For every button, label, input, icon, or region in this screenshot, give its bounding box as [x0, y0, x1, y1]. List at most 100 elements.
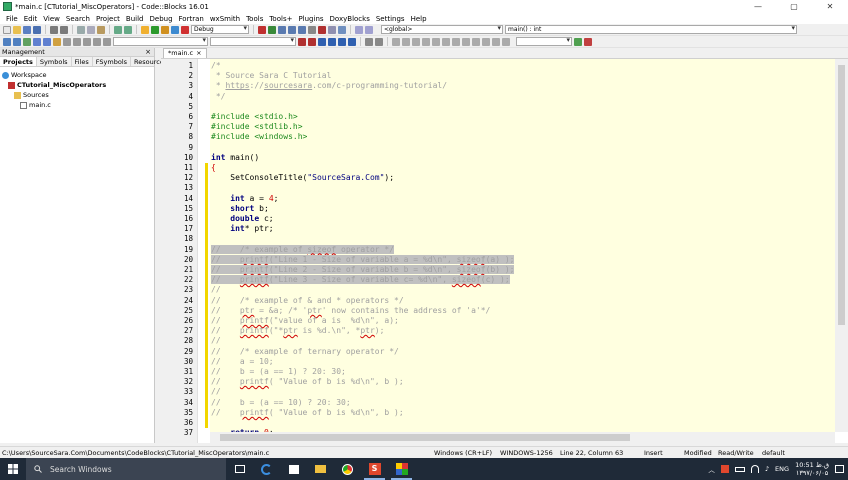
tab-main-c[interactable]: *main.c × [163, 48, 207, 58]
nav-fwd-icon[interactable] [308, 37, 316, 46]
step-out-icon[interactable] [298, 25, 306, 34]
wxsmith-icon[interactable] [355, 25, 363, 34]
code-line[interactable]: short b; [210, 204, 269, 214]
new-file-icon[interactable] [3, 25, 11, 34]
fortran-icon-5[interactable] [432, 37, 440, 46]
copy-icon[interactable] [87, 25, 95, 34]
build-gear-icon[interactable] [141, 25, 149, 34]
code-text-area[interactable]: /* * Source Sara C Tutorial * https://so… [210, 59, 835, 432]
jump-icon[interactable] [23, 37, 31, 46]
menu-settings[interactable]: Settings [373, 15, 408, 23]
fortran-icon-8[interactable] [462, 37, 470, 46]
code-line[interactable]: // a = 10; [210, 357, 274, 367]
start-button[interactable] [0, 458, 26, 480]
notifications-icon[interactable] [835, 465, 844, 473]
code-line[interactable]: // /* example of ternary operator */ [210, 347, 399, 357]
menu-project[interactable]: Project [93, 15, 123, 23]
code-line[interactable]: // b = (a == 10) ? 20: 30; [210, 398, 351, 408]
run-to-cursor-icon[interactable] [268, 25, 276, 34]
menu-toolsplus[interactable]: Tools+ [266, 15, 295, 23]
rebuild-icon[interactable] [171, 25, 179, 34]
code-line[interactable]: // printf( "Value of b is %d\n", b ); [210, 377, 404, 387]
debug-icon[interactable] [258, 25, 266, 34]
horizontal-scroll-thumb[interactable] [220, 434, 630, 441]
close-button[interactable]: ✕ [812, 0, 848, 13]
sourcesara-app-icon[interactable]: S [361, 458, 388, 480]
code-line[interactable]: { [210, 163, 216, 173]
highlight-icon[interactable] [53, 37, 61, 46]
code-line[interactable]: // printf("Line 3 - Size of variable c= … [210, 275, 510, 285]
code-line[interactable]: // b = (a == 1) ? 20: 30; [210, 367, 346, 377]
edge-icon[interactable] [253, 458, 280, 480]
fortran-icon-11[interactable] [492, 37, 500, 46]
fortran-icon-2[interactable] [402, 37, 410, 46]
store-icon[interactable] [280, 458, 307, 480]
tree-node[interactable]: CTutorial_MiscOperators [2, 80, 152, 90]
code-line[interactable]: // printf("Line 1 - Size of variable a =… [210, 254, 515, 265]
menu-tools[interactable]: Tools [243, 15, 266, 23]
code-line[interactable]: // /* example of & and * operators */ [210, 296, 404, 306]
code-line[interactable]: // printf("Line 2 - Size of variable b =… [210, 265, 515, 275]
task-view-icon[interactable] [226, 458, 253, 480]
code-line[interactable] [210, 418, 211, 428]
doxy-select[interactable] [113, 37, 208, 46]
fortran-icon-3[interactable] [412, 37, 420, 46]
tab-symbols[interactable]: Symbols [37, 57, 72, 66]
close-panel-button[interactable]: × [145, 48, 151, 57]
code-line[interactable]: #include <stdio.h> [210, 112, 298, 122]
minimize-button[interactable]: — [740, 0, 776, 13]
paste-icon[interactable] [97, 25, 105, 34]
fortran-icon-7[interactable] [452, 37, 460, 46]
uncomment-icon[interactable] [73, 37, 81, 46]
code-line[interactable]: // printf( "Value of b is %d\n", b ); [210, 408, 404, 418]
box-comment-icon[interactable] [103, 37, 111, 46]
code-line[interactable]: int* ptr; [210, 224, 273, 234]
pause-icon[interactable] [308, 25, 316, 34]
debug-windows-icon[interactable] [328, 25, 336, 34]
find-icon[interactable] [114, 25, 122, 34]
next-icon[interactable] [328, 37, 336, 46]
code-line[interactable]: double c; [210, 214, 273, 224]
replace-icon[interactable] [124, 25, 132, 34]
vertical-scrollbar[interactable] [835, 59, 848, 432]
file-explorer-icon[interactable] [307, 458, 334, 480]
taskbar-search-box[interactable]: Search Windows [26, 458, 226, 480]
build-run-icon[interactable] [161, 25, 169, 34]
abort-icon[interactable] [181, 25, 189, 34]
menu-debug[interactable]: Debug [147, 15, 176, 23]
forward-arrow-icon[interactable] [13, 37, 21, 46]
codeblocks-taskbar-icon[interactable] [388, 458, 415, 480]
code-completion-select[interactable] [210, 37, 296, 46]
jump-to-symbol-icon[interactable] [574, 37, 582, 46]
scope-select[interactable]: <global> [381, 25, 503, 34]
language-indicator[interactable]: ENG [775, 465, 789, 473]
tools-icon[interactable] [584, 37, 592, 46]
fortran-icon-10[interactable] [482, 37, 490, 46]
chrome-icon[interactable] [334, 458, 361, 480]
tab-close-icon[interactable]: × [196, 49, 201, 58]
back-arrow-icon[interactable] [3, 37, 11, 46]
code-line[interactable]: // [210, 387, 221, 397]
bookmark-icon[interactable] [33, 37, 41, 46]
volume-icon[interactable]: ♪ [765, 465, 769, 473]
menu-doxyblocks[interactable]: DoxyBlocks [327, 15, 373, 23]
build-target-select[interactable]: Debug [191, 25, 249, 34]
redo-icon[interactable] [60, 25, 68, 34]
fortran-icon-4[interactable] [422, 37, 430, 46]
fortran-icon-1[interactable] [392, 37, 400, 46]
code-line[interactable]: int main() [210, 153, 259, 163]
code-line[interactable] [210, 102, 211, 112]
undo-icon[interactable] [50, 25, 58, 34]
tray-app-icon[interactable] [720, 465, 729, 473]
nav-back-icon[interactable] [298, 37, 306, 46]
prev-icon[interactable] [318, 37, 326, 46]
code-line[interactable]: #include <windows.h> [210, 132, 307, 142]
menu-edit[interactable]: Edit [21, 15, 41, 23]
code-line[interactable]: SetConsoleTitle("SourceSara.Com"); [210, 173, 394, 183]
menu-plugins[interactable]: Plugins [295, 15, 326, 23]
match-icon[interactable] [338, 37, 346, 46]
code-line[interactable] [210, 183, 211, 193]
stop-debug-icon[interactable] [318, 25, 326, 34]
tab-projects[interactable]: Projects [0, 57, 37, 66]
run-icon[interactable] [151, 25, 159, 34]
